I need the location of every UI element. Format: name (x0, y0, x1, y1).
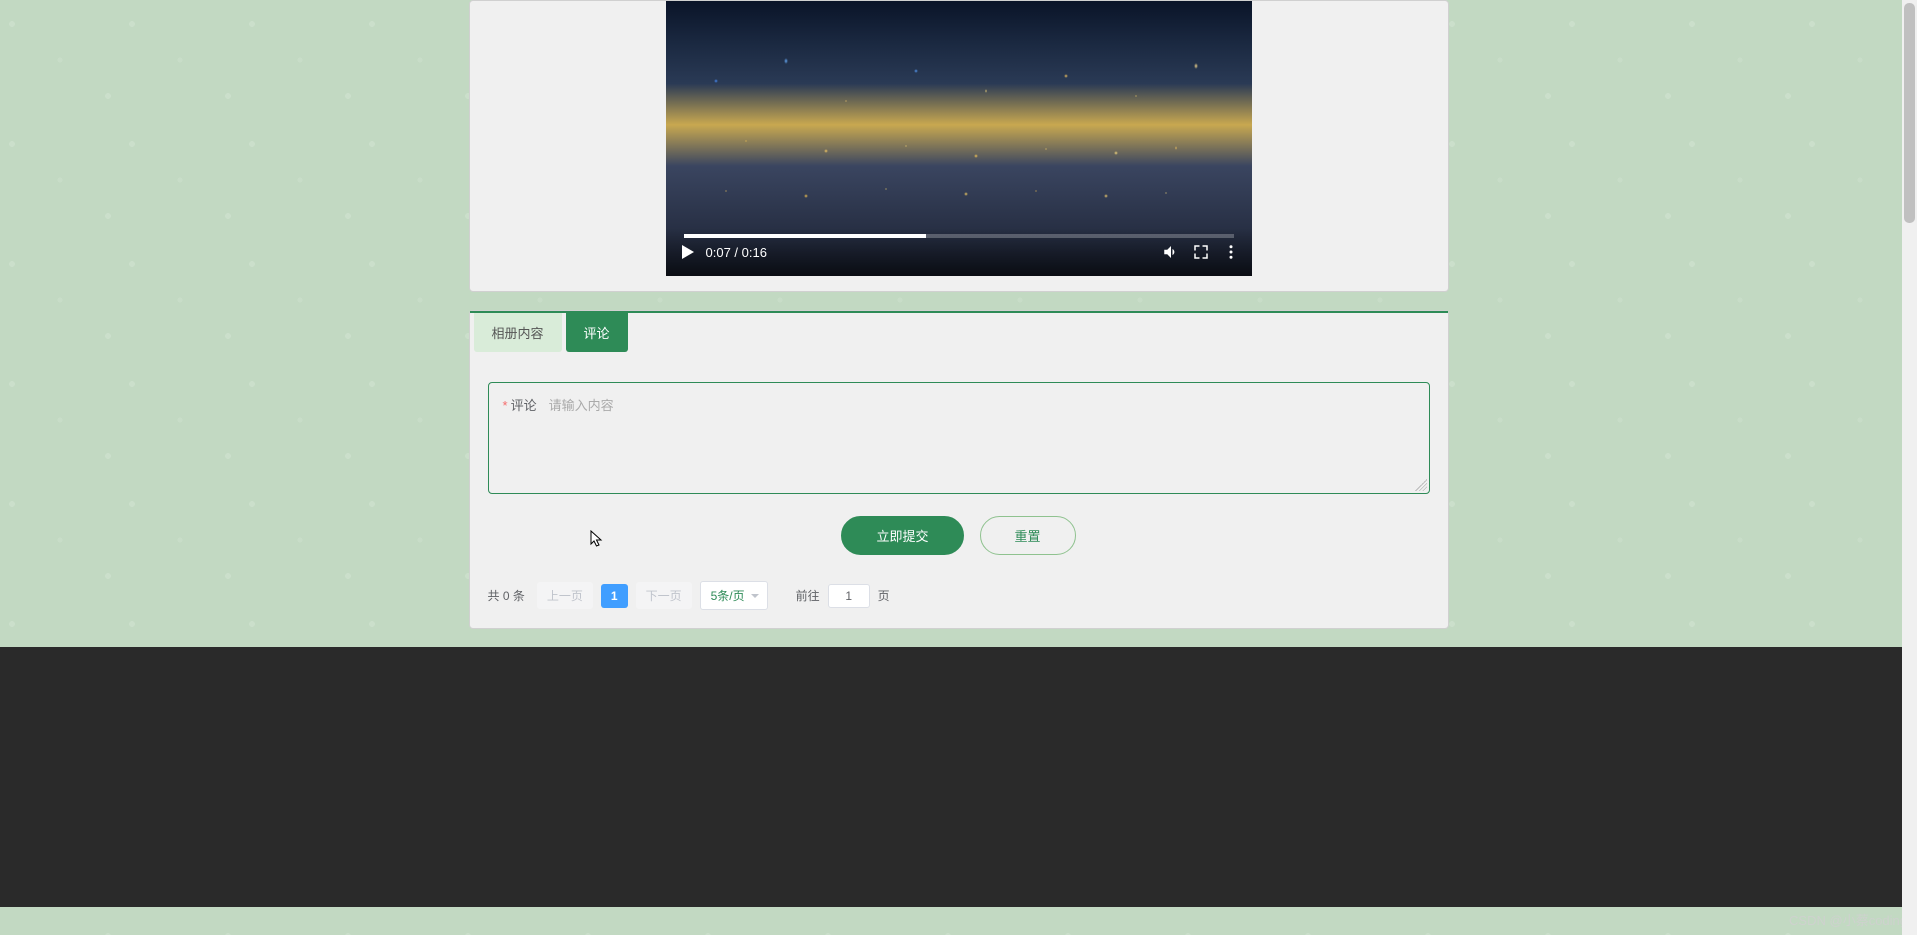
reset-button[interactable]: 重置 (980, 516, 1076, 555)
tab-album-content[interactable]: 相册内容 (474, 313, 562, 352)
pagination-page-1[interactable]: 1 (601, 584, 628, 608)
video-progress-fill (684, 234, 926, 238)
pagination-jump-label: 前往 (796, 587, 820, 604)
pagination-jump-suffix: 页 (878, 587, 890, 604)
video-container: 0:07 / 0:16 (470, 1, 1448, 276)
resize-handle-icon[interactable] (1415, 479, 1427, 491)
fullscreen-icon[interactable] (1192, 243, 1210, 261)
vertical-scrollbar[interactable] (1902, 0, 1917, 935)
pagination-next-button[interactable]: 下一页 (636, 582, 692, 609)
volume-icon[interactable] (1162, 243, 1180, 261)
pagination: 共 0 条 上一页 1 下一页 5条/页 前往 页 (488, 581, 1430, 610)
comment-form: *评论 (488, 382, 1430, 494)
tab-bar: 相册内容 评论 (470, 311, 1448, 352)
more-options-icon[interactable] (1222, 243, 1240, 261)
video-card: 0:07 / 0:16 (469, 0, 1449, 292)
play-icon[interactable] (682, 245, 694, 259)
comment-panel: *评论 立即提交 重置 共 0 条 上一页 1 下一页 5条/页 (488, 382, 1430, 610)
comment-label-group: *评论 (503, 395, 537, 481)
video-progress-track[interactable] (684, 234, 1234, 238)
watermark-text: CSDN @小蔡coding (1789, 910, 1907, 929)
comment-input[interactable] (549, 395, 1415, 481)
pagination-size-value: 5条/页 (711, 587, 745, 604)
scrollbar-thumb[interactable] (1904, 3, 1915, 223)
page-footer (0, 647, 1917, 907)
pagination-total: 共 0 条 (488, 587, 525, 604)
comment-label: 评论 (511, 398, 537, 413)
submit-button[interactable]: 立即提交 (841, 516, 963, 555)
comment-card: 相册内容 评论 *评论 立即提交 重置 共 0 条 (469, 310, 1449, 629)
pagination-size-select[interactable]: 5条/页 (700, 581, 768, 610)
video-player[interactable]: 0:07 / 0:16 (666, 1, 1252, 276)
required-indicator: * (503, 398, 508, 413)
video-controls: 0:07 / 0:16 (666, 228, 1252, 276)
button-row: 立即提交 重置 (488, 516, 1430, 555)
pagination-jump-input[interactable] (828, 584, 870, 608)
tab-comments[interactable]: 评论 (566, 313, 628, 352)
pagination-prev-button[interactable]: 上一页 (537, 582, 593, 609)
video-time-display: 0:07 / 0:16 (706, 245, 767, 260)
